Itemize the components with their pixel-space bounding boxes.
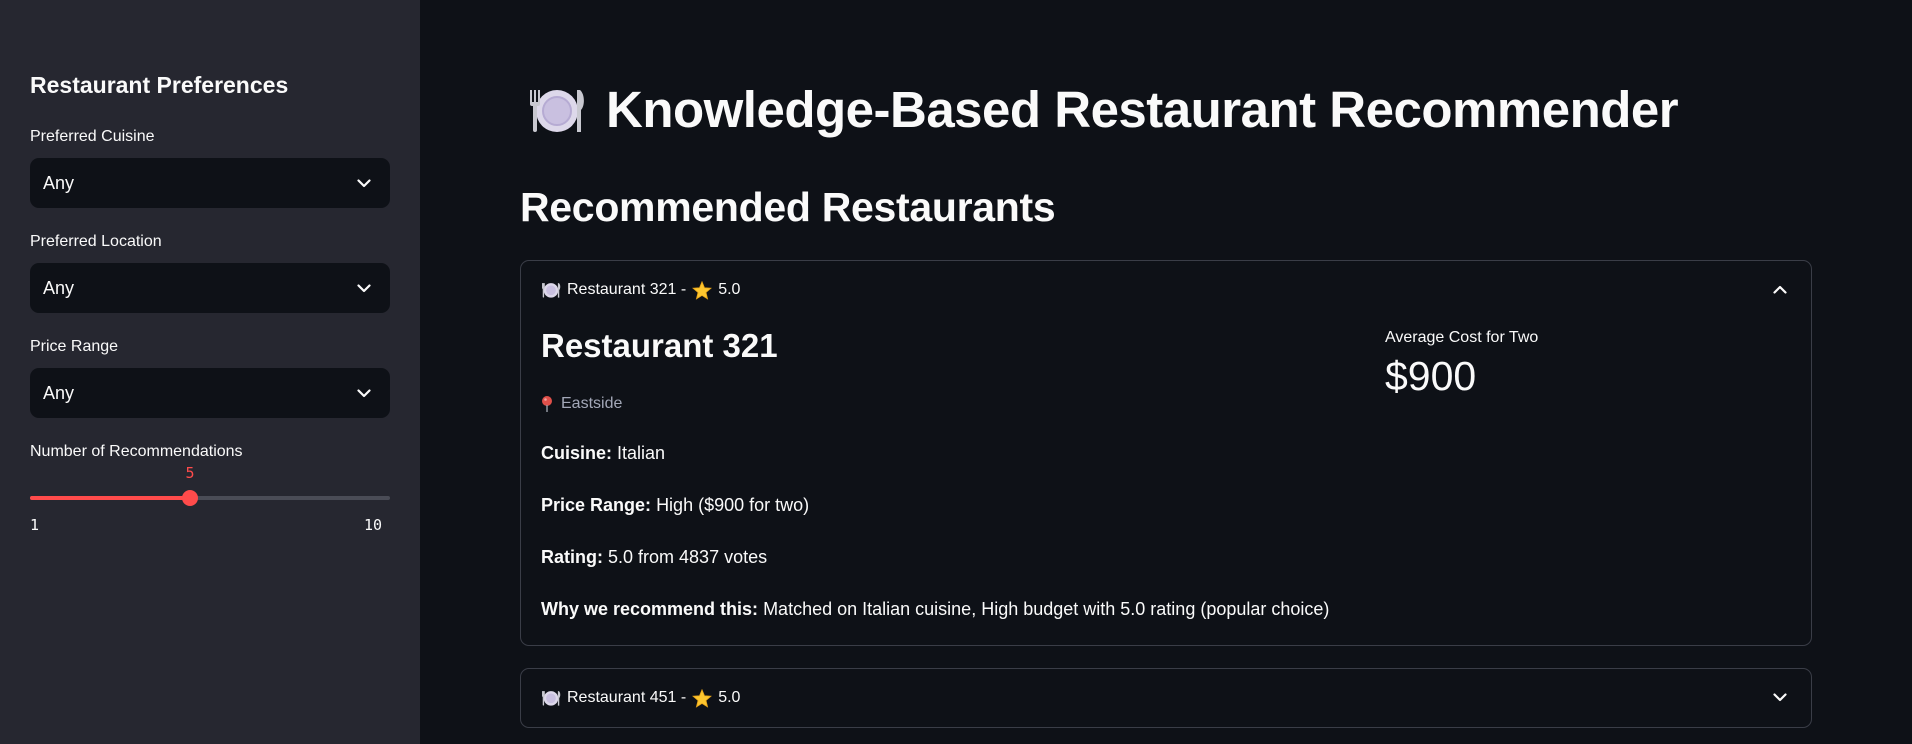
slider-current-value: 5 <box>185 464 195 482</box>
avg-cost-value: $900 <box>1385 353 1477 399</box>
sidebar: Restaurant Preferences Preferred Cuisine… <box>0 0 420 744</box>
restaurant-expander: Restaurant 321 - 5.0 Restaurant 321 East… <box>520 260 1812 646</box>
restaurant-name: Restaurant 321 <box>541 327 778 364</box>
num-recommendations-label: Number of Recommendations <box>30 443 243 460</box>
rating-line-label: Rating: <box>541 547 603 567</box>
price-line-value: High ($900 for two) <box>656 495 810 515</box>
restaurant-header-rating: 5.0 <box>718 689 741 706</box>
restaurant-location: Eastside <box>541 395 622 413</box>
restaurant-expander: Restaurant 451 - 5.0 <box>520 668 1812 728</box>
slider-max-label: 10 <box>364 516 383 534</box>
plate-cutlery-icon <box>528 84 586 136</box>
plate-cutlery-icon <box>541 689 561 707</box>
num-recommendations-slider[interactable]: 5 <box>30 464 390 506</box>
main-content: Knowledge-Based Restaurant Recommender R… <box>420 0 1912 744</box>
cuisine-line-label: Cuisine: <box>541 443 613 463</box>
location-select[interactable]: Any <box>30 263 390 313</box>
avg-cost-label: Average Cost for Two <box>1385 329 1539 346</box>
plate-cutlery-icon <box>541 281 561 299</box>
slider-min-label: 1 <box>30 516 40 534</box>
why-line: Why we recommend this: Matched on Italia… <box>541 599 1329 620</box>
app: Restaurant Preferences Preferred Cuisine… <box>0 0 1912 744</box>
chevron-down-icon[interactable] <box>1773 689 1787 707</box>
price-range-select[interactable]: Any <box>30 368 390 418</box>
restaurant-expander-header[interactable]: Restaurant 321 - 5.0 <box>521 261 1811 319</box>
cuisine-label: Preferred Cuisine <box>30 128 155 145</box>
star-icon <box>692 280 713 300</box>
restaurant-location-text: Eastside <box>561 395 623 412</box>
slider-fill <box>30 496 190 500</box>
why-line-value: Matched on Italian cuisine, High budget … <box>763 599 1330 619</box>
restaurant-header-name: Restaurant 451 - <box>567 689 687 706</box>
location-select-value: Any <box>43 277 75 298</box>
sidebar-title: Restaurant Preferences <box>30 72 289 98</box>
price-line-label: Price Range: <box>541 495 652 515</box>
rating-line: Rating: 5.0 from 4837 votes <box>541 547 767 568</box>
cuisine-select-value: Any <box>43 172 75 193</box>
rating-line-value: 5.0 from 4837 votes <box>608 547 768 567</box>
section-title: Recommended Restaurants <box>520 184 1056 230</box>
restaurant-details: Restaurant 321 Eastside Cuisine: Italian <box>521 319 1811 645</box>
restaurant-header-name: Restaurant 321 - <box>567 281 687 298</box>
slider-thumb[interactable] <box>181 490 198 506</box>
price-range-label: Price Range <box>30 338 119 355</box>
page-title-text: Knowledge-Based Restaurant Recommender <box>606 81 1679 138</box>
cuisine-select[interactable]: Any <box>30 158 390 208</box>
cuisine-line: Cuisine: Italian <box>541 443 665 464</box>
chevron-down-icon <box>356 385 372 401</box>
restaurant-expander-header[interactable]: Restaurant 451 - 5.0 <box>521 669 1811 727</box>
chevron-up-icon[interactable] <box>1773 281 1787 299</box>
why-line-label: Why we recommend this: <box>541 599 759 619</box>
location-label: Preferred Location <box>30 233 162 250</box>
price-range-select-value: Any <box>43 382 75 403</box>
cuisine-line-value: Italian <box>617 443 666 463</box>
pin-icon <box>541 396 553 412</box>
price-line: Price Range: High ($900 for two) <box>541 495 809 516</box>
star-icon <box>692 688 713 708</box>
page-title: Knowledge-Based Restaurant Recommender <box>528 80 1679 139</box>
chevron-down-icon <box>356 175 372 191</box>
chevron-down-icon <box>356 280 372 296</box>
restaurant-header-rating: 5.0 <box>718 281 741 298</box>
